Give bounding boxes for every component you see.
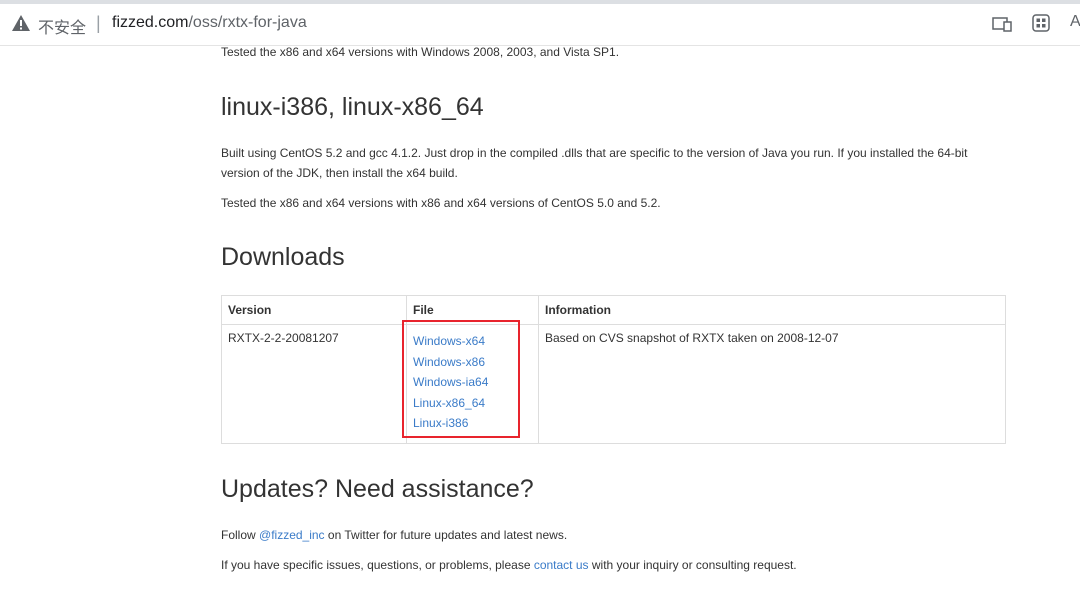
issues-suffix: with your inquiry or consulting request. [588, 558, 797, 572]
url-separator: | [96, 13, 101, 33]
header-version: Version [228, 303, 272, 317]
column-divider [538, 296, 539, 443]
url-path: /oss/rxtx-for-java [188, 14, 307, 31]
twitter-link[interactable]: @fizzed_inc [259, 528, 325, 542]
browser-address-bar: 不安全 | fizzed.com/oss/rxtx-for-java A [0, 0, 1080, 46]
read-aloud-icon[interactable]: A [1070, 13, 1080, 31]
downloads-heading: Downloads [221, 243, 345, 271]
windows-tested-text: Tested the x86 and x64 versions with Win… [221, 45, 620, 59]
contact-us-link[interactable]: contact us [534, 558, 589, 572]
header-file: File [413, 303, 434, 317]
linux-section-heading: linux-i386, linux-x86_64 [221, 93, 484, 121]
cell-version: RXTX-2-2-20081207 [228, 331, 339, 345]
table-header-row [222, 296, 1005, 325]
tab-search-icon[interactable] [992, 16, 1012, 32]
linux-built-text: Built using CentOS 5.2 and gcc 4.1.2. Ju… [221, 146, 968, 180]
highlight-annotation-box [402, 320, 520, 438]
tab-strip-edge [0, 0, 1080, 4]
updates-heading: Updates? Need assistance? [221, 475, 534, 503]
cell-information: Based on CVS snapshot of RXTX taken on 2… [545, 331, 839, 345]
downloads-table: Version File Information RXTX-2-2-200812… [221, 295, 1006, 444]
header-information: Information [545, 303, 611, 317]
issues-prefix: If you have specific issues, questions, … [221, 558, 534, 572]
extensions-grid-icon[interactable] [1032, 14, 1050, 32]
linux-tested-text: Tested the x86 and x64 versions with x86… [221, 196, 661, 210]
follow-text: Follow @fizzed_inc on Twitter for future… [221, 525, 567, 545]
warning-icon[interactable] [12, 15, 30, 31]
issues-text: If you have specific issues, questions, … [221, 555, 797, 575]
follow-suffix: on Twitter for future updates and latest… [324, 528, 568, 542]
security-status-label[interactable]: 不安全 [38, 14, 86, 38]
url-domain: fizzed.com [112, 14, 189, 31]
url-field[interactable]: fizzed.com/oss/rxtx-for-java [112, 14, 307, 32]
follow-prefix: Follow [221, 528, 260, 542]
